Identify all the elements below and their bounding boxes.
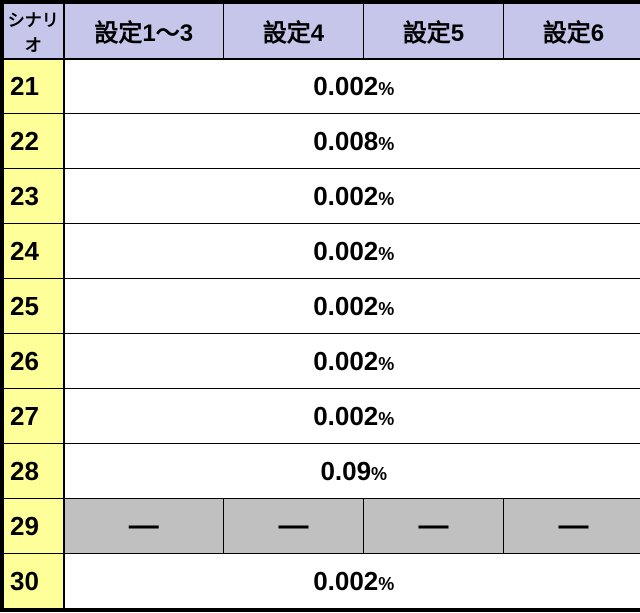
row-header: 22 <box>4 114 64 169</box>
row-value: 0.002% <box>64 389 640 444</box>
row-header: 27 <box>4 389 64 444</box>
row-value: 0.09% <box>64 444 640 499</box>
row-cell-dash: — <box>364 499 504 554</box>
table-body: 21 0.002% 22 0.008% 23 0.002% 24 0.002% … <box>4 59 640 609</box>
header-corner: シナリオ <box>4 4 64 59</box>
header-row: シナリオ 設定1〜3 設定4 設定5 設定6 <box>4 4 640 59</box>
header-col-1: 設定1〜3 <box>64 4 224 59</box>
row-header: 21 <box>4 59 64 114</box>
table-row: 29 — — — — <box>4 499 640 554</box>
table-container: シナリオ 設定1〜3 設定4 設定5 設定6 21 0.002% 22 0.00… <box>0 0 640 612</box>
header-col-3: 設定5 <box>364 4 504 59</box>
row-header: 28 <box>4 444 64 499</box>
row-value: 0.002% <box>64 59 640 114</box>
table-row: 30 0.002% <box>4 554 640 609</box>
row-cell-dash: — <box>64 499 224 554</box>
row-header: 30 <box>4 554 64 609</box>
table-row: 22 0.008% <box>4 114 640 169</box>
row-value: 0.008% <box>64 114 640 169</box>
table-row: 24 0.002% <box>4 224 640 279</box>
row-header: 23 <box>4 169 64 224</box>
row-cell-dash: — <box>224 499 364 554</box>
table-row: 28 0.09% <box>4 444 640 499</box>
row-value: 0.002% <box>64 279 640 334</box>
table-row: 21 0.002% <box>4 59 640 114</box>
row-value: 0.002% <box>64 169 640 224</box>
table-row: 26 0.002% <box>4 334 640 389</box>
row-header: 24 <box>4 224 64 279</box>
table-row: 27 0.002% <box>4 389 640 444</box>
row-value: 0.002% <box>64 554 640 609</box>
row-cell-dash: — <box>504 499 640 554</box>
row-header: 25 <box>4 279 64 334</box>
header-col-2: 設定4 <box>224 4 364 59</box>
data-table: シナリオ 設定1〜3 設定4 設定5 設定6 21 0.002% 22 0.00… <box>3 3 640 609</box>
table-row: 23 0.002% <box>4 169 640 224</box>
table-row: 25 0.002% <box>4 279 640 334</box>
header-col-4: 設定6 <box>504 4 640 59</box>
row-value: 0.002% <box>64 334 640 389</box>
row-header: 26 <box>4 334 64 389</box>
row-header: 29 <box>4 499 64 554</box>
row-value: 0.002% <box>64 224 640 279</box>
